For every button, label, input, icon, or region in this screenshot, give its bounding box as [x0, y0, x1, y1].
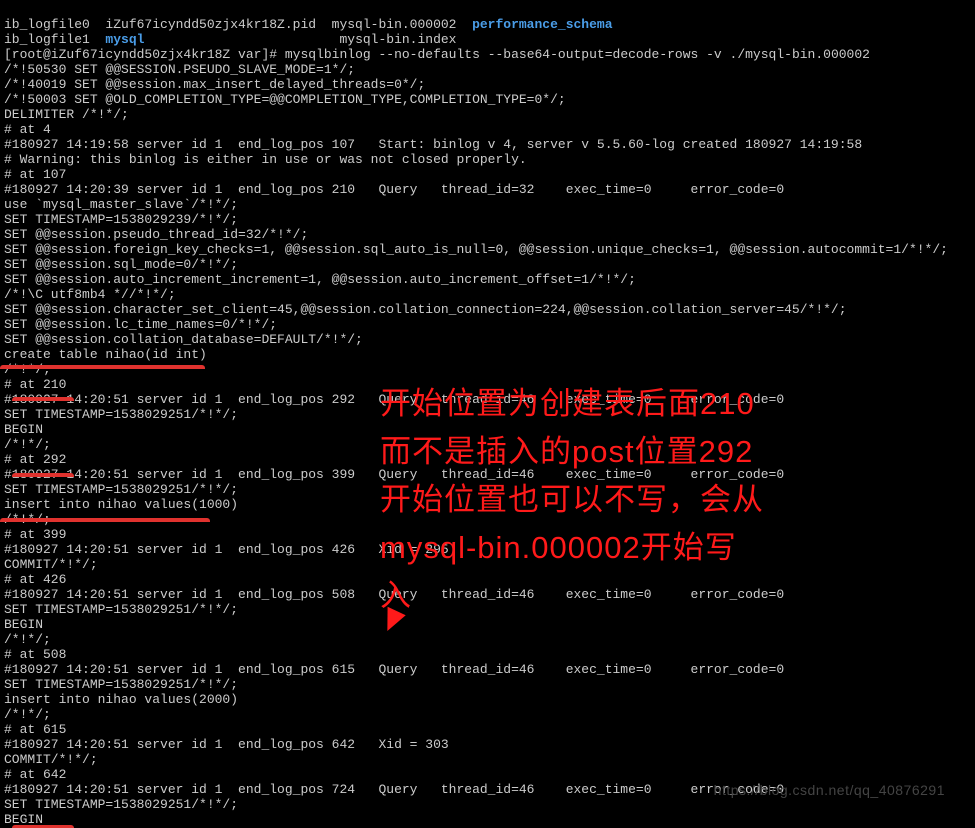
binlog-line: create table nihao(id int) — [4, 347, 207, 362]
binlog-line: # at 4 — [4, 122, 51, 137]
binlog-line: SET @@session.auto_increment_increment=1… — [4, 272, 636, 287]
schema-dir: performance_schema — [472, 17, 612, 32]
binlog-line: SET @@session.pseudo_thread_id=32/*!*/; — [4, 227, 308, 242]
command-text: mysqlbinlog --no-defaults --base64-outpu… — [285, 47, 870, 62]
binlog-line: SET @@session.foreign_key_checks=1, @@se… — [4, 242, 948, 257]
binlog-line: #180927 14:20:51 server id 1 end_log_pos… — [4, 467, 784, 482]
file-entry: mysql-bin.index — [144, 32, 456, 47]
binlog-line: #180927 14:20:51 server id 1 end_log_pos… — [4, 662, 784, 677]
binlog-line: SET TIMESTAMP=1538029251/*!*/; — [4, 482, 238, 497]
highlight-underline-insert — [0, 518, 210, 528]
binlog-line: # at 399 — [4, 527, 66, 542]
binlog-line: BEGIN — [4, 422, 43, 437]
binlog-line: SET @@session.sql_mode=0/*!*/; — [4, 257, 238, 272]
binlog-line: #180927 14:19:58 server id 1 end_log_pos… — [4, 137, 862, 152]
binlog-line: # at 210 — [4, 377, 66, 392]
binlog-line: SET TIMESTAMP=1538029251/*!*/; — [4, 602, 238, 617]
binlog-line: /*!*/; — [4, 437, 51, 452]
terminal-output[interactable]: ib_logfile0 iZuf67icyndd50zjx4kr18Z.pid … — [0, 0, 975, 828]
binlog-line: #180927 14:20:51 server id 1 end_log_pos… — [4, 542, 449, 557]
binlog-line: # at 292 — [4, 452, 66, 467]
binlog-line: SET TIMESTAMP=1538029239/*!*/; — [4, 212, 238, 227]
shell-prompt: [root@iZuf67icyndd50zjx4kr18Z var]# — [4, 47, 285, 62]
mysql-dir: mysql — [105, 32, 144, 47]
highlight-underline-create — [0, 365, 205, 375]
binlog-line: # at 508 — [4, 647, 66, 662]
file-entry: ib_logfile0 iZuf67icyndd50zjx4kr18Z.pid … — [4, 17, 472, 32]
highlight-underline-at292 — [12, 473, 74, 483]
binlog-line: BEGIN — [4, 617, 43, 632]
binlog-line: COMMIT/*!*/; — [4, 752, 98, 767]
binlog-line: /*!*/; — [4, 632, 51, 647]
binlog-line: SET TIMESTAMP=1538029251/*!*/; — [4, 677, 238, 692]
binlog-line: SET TIMESTAMP=1538029251/*!*/; — [4, 407, 238, 422]
binlog-line: /*!*/; — [4, 707, 51, 722]
binlog-line: # at 426 — [4, 572, 66, 587]
file-entry: ib_logfile1 — [4, 32, 105, 47]
binlog-line: /*!40019 SET @@session.max_insert_delaye… — [4, 77, 425, 92]
binlog-line: COMMIT/*!*/; — [4, 557, 98, 572]
binlog-line: SET @@session.lc_time_names=0/*!*/; — [4, 317, 277, 332]
binlog-line: #180927 14:20:51 server id 1 end_log_pos… — [4, 587, 784, 602]
binlog-line: #180927 14:20:51 server id 1 end_log_pos… — [4, 737, 449, 752]
binlog-line: /*!\C utf8mb4 *//*!*/; — [4, 287, 176, 302]
binlog-line: # Warning: this binlog is either in use … — [4, 152, 527, 167]
binlog-line: DELIMITER /*!*/; — [4, 107, 129, 122]
binlog-line: #180927 14:20:51 server id 1 end_log_pos… — [4, 392, 784, 407]
binlog-line: # at 642 — [4, 767, 66, 782]
highlight-underline-at210 — [12, 397, 74, 407]
binlog-line: # at 615 — [4, 722, 66, 737]
binlog-line: #180927 14:20:51 server id 1 end_log_pos… — [4, 782, 784, 797]
binlog-line: SET @@session.character_set_client=45,@@… — [4, 302, 847, 317]
binlog-line: # at 107 — [4, 167, 66, 182]
binlog-line: SET @@session.collation_database=DEFAULT… — [4, 332, 363, 347]
binlog-line: use `mysql_master_slave`/*!*/; — [4, 197, 238, 212]
binlog-line: /*!50003 SET @OLD_COMPLETION_TYPE=@@COMP… — [4, 92, 566, 107]
binlog-line: insert into nihao values(1000) — [4, 497, 238, 512]
binlog-line: /*!50530 SET @@SESSION.PSEUDO_SLAVE_MODE… — [4, 62, 355, 77]
binlog-line: insert into nihao values(2000) — [4, 692, 238, 707]
binlog-line: #180927 14:20:39 server id 1 end_log_pos… — [4, 182, 784, 197]
binlog-line: SET TIMESTAMP=1538029251/*!*/; — [4, 797, 238, 812]
